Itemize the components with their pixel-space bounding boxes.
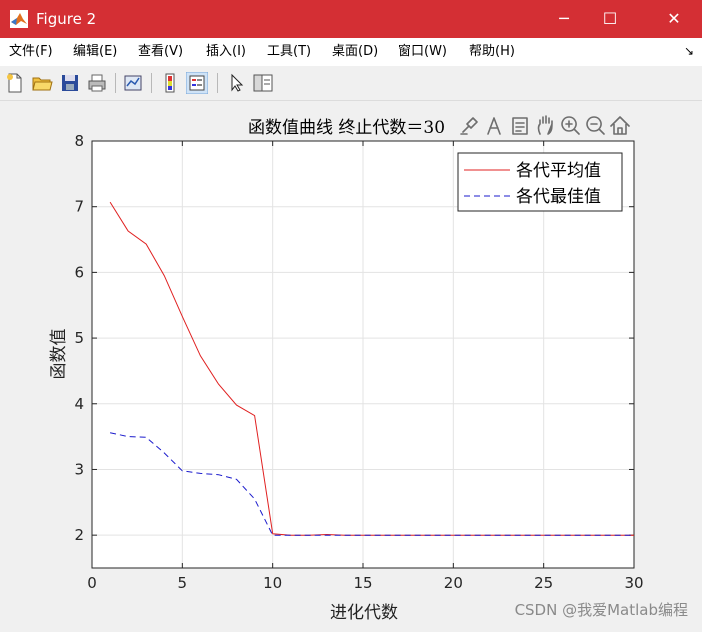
x-tick-label: 20 (444, 574, 463, 592)
menu-file[interactable]: 文件(F) (9, 43, 53, 61)
watermark: CSDN @我爱Matlab编程 (514, 601, 688, 619)
print-icon[interactable] (86, 72, 108, 94)
menu-window[interactable]: 窗口(W) (398, 43, 447, 61)
link-plot-icon[interactable] (122, 72, 144, 94)
x-axis-label: 进化代数 (330, 603, 398, 623)
toolbar-separator (115, 73, 116, 93)
y-tick-label: 4 (74, 395, 84, 413)
x-tick-label: 10 (263, 574, 282, 592)
title-bar: Figure 2 ─ ☐ ✕ (0, 0, 702, 38)
pointer-icon[interactable] (225, 72, 247, 94)
insert-legend-icon[interactable] (186, 72, 208, 94)
menu-edit[interactable]: 编辑(E) (73, 43, 117, 61)
dock-arrow-icon[interactable]: ↘ (684, 44, 694, 58)
axes-toolbar (455, 111, 635, 139)
save-icon[interactable] (59, 72, 81, 94)
menu-insert[interactable]: 插入(I) (206, 43, 246, 61)
toolbar-separator (217, 73, 218, 93)
menu-tools[interactable]: 工具(T) (267, 43, 311, 61)
y-tick-label: 7 (74, 198, 84, 216)
y-tick-label: 6 (74, 263, 84, 281)
plot-canvas[interactable]: 0 5 10 15 20 25 30 2 3 4 5 6 7 8 函数值曲线 终止代数＝30 进化代数 函… (0, 101, 702, 628)
minimize-button[interactable]: ─ (541, 0, 587, 38)
y-tick-label: 8 (74, 132, 84, 150)
toolbar-separator (151, 73, 152, 93)
menu-bar: 文件(F) 编辑(E) 查看(V) 插入(I) 工具(T) 桌面(D) 窗口(W… (0, 38, 702, 66)
chart-title: 函数值曲线 终止代数＝30 (248, 118, 445, 138)
y-axis-label: 函数值 (49, 329, 69, 380)
figure-toolbar (0, 66, 702, 101)
new-figure-icon[interactable] (4, 72, 26, 94)
colorbar-icon[interactable] (159, 72, 181, 94)
axes-toolbar-background (455, 111, 635, 139)
legend-label: 各代最佳值 (516, 187, 601, 207)
maximize-button[interactable]: ☐ (587, 0, 633, 38)
menu-desktop[interactable]: 桌面(D) (332, 43, 378, 61)
legend-label: 各代平均值 (516, 161, 601, 181)
close-button[interactable]: ✕ (651, 0, 697, 38)
menu-help[interactable]: 帮助(H) (469, 43, 515, 61)
x-tick-label: 30 (624, 574, 643, 592)
window-title: Figure 2 (36, 10, 97, 28)
y-tick-label: 2 (74, 526, 84, 544)
x-tick-label: 15 (353, 574, 372, 592)
y-tick-label: 3 (74, 460, 84, 478)
x-tick-label: 5 (178, 574, 188, 592)
property-inspector-icon[interactable] (252, 72, 274, 94)
y-tick-label: 5 (74, 329, 84, 347)
x-tick-label: 25 (534, 574, 553, 592)
legend[interactable]: 各代平均值各代最佳值 (457, 152, 623, 212)
menu-view[interactable]: 查看(V) (138, 43, 183, 61)
open-file-icon[interactable] (31, 72, 53, 94)
x-tick-label: 0 (87, 574, 97, 592)
figure-area: 0 5 10 15 20 25 30 2 3 4 5 6 7 8 函数值曲线 终止代数＝30 进化代数 函… (0, 101, 702, 628)
matlab-logo-icon (10, 10, 28, 28)
